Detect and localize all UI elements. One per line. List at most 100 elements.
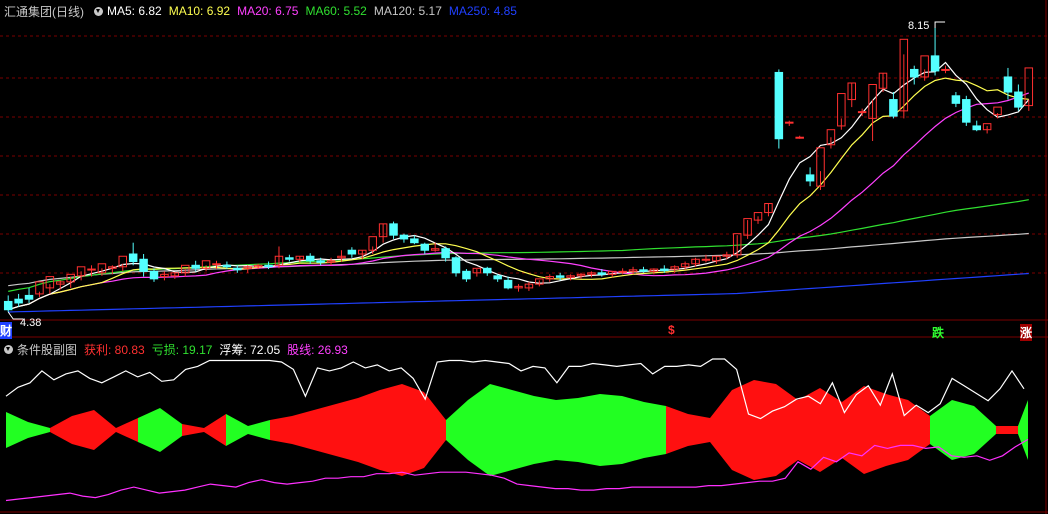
ma20-value: MA20: 6.75 <box>237 4 299 18</box>
sub-chart-title: 条件股副图 <box>17 342 78 357</box>
candle-body <box>441 248 450 259</box>
ma120-line <box>8 232 1029 287</box>
profit-band <box>798 388 820 472</box>
candle-body <box>660 268 669 272</box>
candle-body <box>87 268 96 271</box>
loss-band <box>600 394 622 466</box>
candle-body <box>972 125 981 131</box>
loss-band <box>6 412 28 448</box>
candle-body <box>774 71 784 140</box>
loss-band <box>622 396 644 464</box>
candle-body <box>909 68 919 78</box>
profit-band <box>776 384 798 476</box>
candle-body <box>285 257 294 260</box>
ma250-value: MA250: 4.85 <box>448 4 517 18</box>
dropdown-circle-icon[interactable] <box>94 6 103 16</box>
profit-band <box>996 426 1018 434</box>
ma60-value: MA60: 5.52 <box>305 4 367 18</box>
candle-body <box>451 257 461 274</box>
signal-fall: 跌 <box>932 326 945 340</box>
profit-band <box>204 414 226 446</box>
candle-body <box>233 267 242 271</box>
candle-body <box>399 234 409 240</box>
candle-body <box>128 253 138 263</box>
profit-band <box>292 410 314 450</box>
sub-chart-header: 条件股副图 获利: 80.83 亏损: 19.17 浮筹: 72.05 股线: … <box>0 340 355 358</box>
candle-body <box>483 267 492 274</box>
candle-body <box>930 55 940 72</box>
signal-rise: 涨 <box>1020 324 1033 341</box>
loss-band <box>644 402 666 458</box>
loss-band <box>28 422 50 438</box>
loss-band <box>446 400 468 460</box>
left-marker: 财 <box>0 322 13 339</box>
candle-body <box>410 238 419 244</box>
loss-band <box>512 390 534 470</box>
profit-band <box>314 404 336 456</box>
signal-dollar: $ <box>668 323 675 337</box>
candle-body <box>191 264 200 269</box>
high-marker-leader <box>934 21 946 28</box>
loss-band <box>468 384 490 476</box>
candle-body <box>222 264 232 268</box>
loss-band <box>578 394 600 466</box>
stock-title: 汇通集团(日线) <box>4 4 84 19</box>
candle-body <box>857 111 867 114</box>
profit-band <box>754 380 776 480</box>
loss-band <box>952 400 974 460</box>
ma10-value: MA10: 6.92 <box>168 4 231 18</box>
candle-body <box>347 249 357 255</box>
candle-body <box>139 258 148 272</box>
loss-band <box>248 420 270 440</box>
loss-band <box>534 396 556 464</box>
profit-band <box>72 410 94 450</box>
profit-band <box>336 398 358 462</box>
loss-band <box>556 398 578 462</box>
candle-body <box>951 95 961 104</box>
candle-body <box>316 260 325 263</box>
candle-body <box>420 243 430 251</box>
candle-body <box>962 99 971 123</box>
candle-body <box>3 300 13 311</box>
loss-band <box>490 384 512 476</box>
profit-loss-bands <box>6 380 1028 480</box>
candle-body <box>389 223 398 236</box>
candle-body <box>503 279 513 289</box>
profit-band <box>402 384 424 476</box>
profit-band <box>688 414 710 446</box>
loss-band <box>974 406 996 454</box>
float-value: 浮筹: 72.05 <box>219 342 281 357</box>
candle-body <box>305 255 315 262</box>
candle-body <box>1003 76 1013 93</box>
profit-band <box>358 390 380 470</box>
ma20-line <box>8 92 1030 311</box>
profit-band <box>116 418 138 442</box>
loss-band <box>226 414 248 446</box>
candle-body <box>555 275 565 278</box>
candle-body <box>701 258 711 261</box>
main-chart-header: 汇通集团(日线) MA5: 6.82 MA10: 6.92 MA20: 6.75… <box>0 2 524 20</box>
profit-band <box>50 416 72 444</box>
candle-body <box>149 270 159 280</box>
loss-band <box>1018 400 1028 460</box>
profit-band <box>380 384 402 476</box>
candle-body <box>889 99 898 117</box>
profit-band <box>886 394 908 466</box>
candle-body <box>618 270 627 273</box>
candle-body <box>785 121 794 124</box>
candle-body <box>462 270 471 280</box>
profit-band <box>666 406 688 454</box>
dropdown-circle-icon[interactable] <box>4 344 13 354</box>
candle-body <box>805 174 815 182</box>
profit-band <box>270 416 292 444</box>
candle-body <box>264 264 273 268</box>
candle-body <box>14 298 23 304</box>
loss-band <box>138 408 160 452</box>
ma5-value: MA5: 6.82 <box>107 4 162 18</box>
candle-body <box>639 269 648 272</box>
loss-value: 亏损: 19.17 <box>151 342 213 357</box>
candle-body <box>1014 91 1023 108</box>
candle-body <box>941 68 950 71</box>
ma10-line <box>8 77 1029 311</box>
candle-body <box>493 275 502 280</box>
